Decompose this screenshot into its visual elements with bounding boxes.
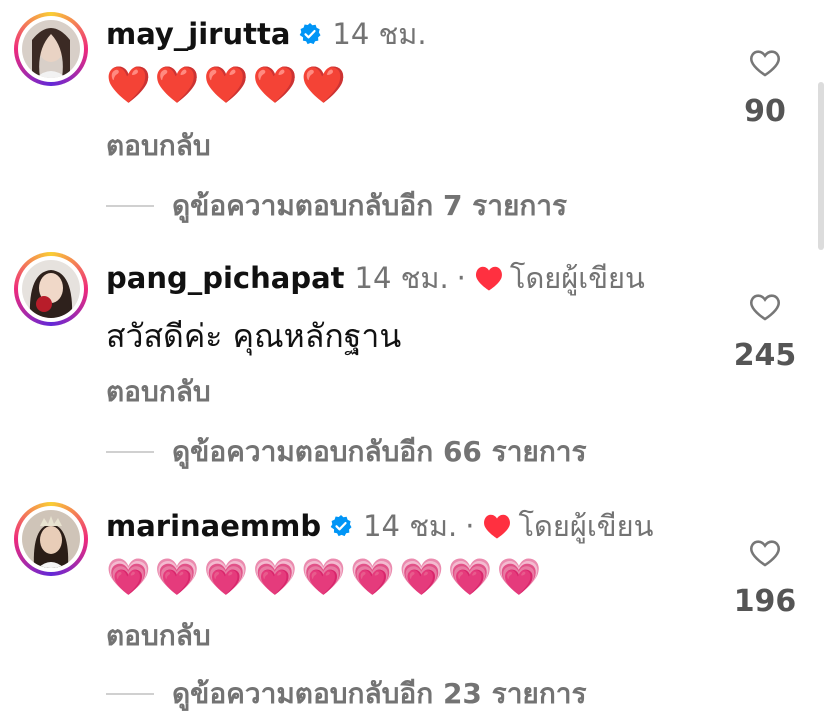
comment-time: 14 ชม. [363, 509, 458, 543]
comment-header: may_jirutta 14 ชม. [106, 14, 427, 54]
comment-header: marinaemmb 14 ชม. · โดยผู้เขียน [106, 506, 653, 546]
username[interactable]: pang_pichapat [106, 258, 345, 298]
scrollbar[interactable] [818, 82, 824, 250]
view-replies-line [106, 451, 154, 453]
username[interactable]: may_jirutta [106, 14, 290, 54]
reply-button[interactable]: ตอบกลับ [106, 618, 211, 654]
avatar[interactable] [14, 502, 88, 576]
like-count: 90 [744, 94, 786, 129]
red-heart-icon [484, 514, 511, 539]
view-replies-label: ดูข้อความตอบกลับอีก 23 รายการ [172, 677, 587, 710]
avatar[interactable] [14, 12, 88, 86]
reply-button[interactable]: ตอบกลับ [106, 374, 211, 410]
red-heart-icon [475, 266, 502, 291]
view-replies-button[interactable]: ดูข้อความตอบกลับอีก 7 รายการ [106, 188, 567, 224]
view-replies-label: ดูข้อความตอบกลับอีก 7 รายการ [172, 189, 568, 222]
comment-text: ❤️❤️❤️❤️❤️ [106, 65, 351, 106]
avatar[interactable] [14, 252, 88, 326]
view-replies-button[interactable]: ดูข้อความตอบกลับอีก 66 รายการ [106, 434, 587, 470]
view-replies-line [106, 693, 154, 695]
reply-button[interactable]: ตอบกลับ [106, 128, 211, 164]
like-count: 196 [733, 584, 797, 619]
comment-time: 14 ชม. [332, 17, 427, 51]
by-author-label: โดยผู้เขียน [509, 261, 645, 295]
by-author-label: โดยผู้เขียน [518, 509, 654, 543]
comment-time: 14 ชม. [354, 261, 449, 295]
comment-header: pang_pichapat 14 ชม. · โดยผู้เขียน [106, 258, 645, 298]
like-column: 90 [720, 46, 810, 130]
like-count: 245 [733, 338, 797, 373]
like-column: 196 [720, 536, 810, 620]
verified-badge-icon [330, 515, 352, 537]
separator-dot: · [465, 509, 475, 543]
heart-outline-icon[interactable] [748, 46, 782, 80]
username[interactable]: marinaemmb [106, 506, 321, 546]
view-replies-label: ดูข้อความตอบกลับอีก 66 รายการ [172, 435, 587, 468]
comment-text: สวัสดีค่ะ คุณหลักฐาน [106, 317, 402, 355]
view-replies-button[interactable]: ดูข้อความตอบกลับอีก 23 รายการ [106, 676, 587, 712]
comment-text: 💗💗💗💗💗💗💗💗💗 [106, 557, 546, 598]
heart-outline-icon[interactable] [748, 290, 782, 324]
verified-badge-icon [300, 23, 321, 45]
heart-outline-icon[interactable] [748, 536, 782, 570]
separator-dot: · [456, 261, 466, 295]
view-replies-line [106, 205, 154, 207]
like-column: 245 [720, 290, 810, 374]
